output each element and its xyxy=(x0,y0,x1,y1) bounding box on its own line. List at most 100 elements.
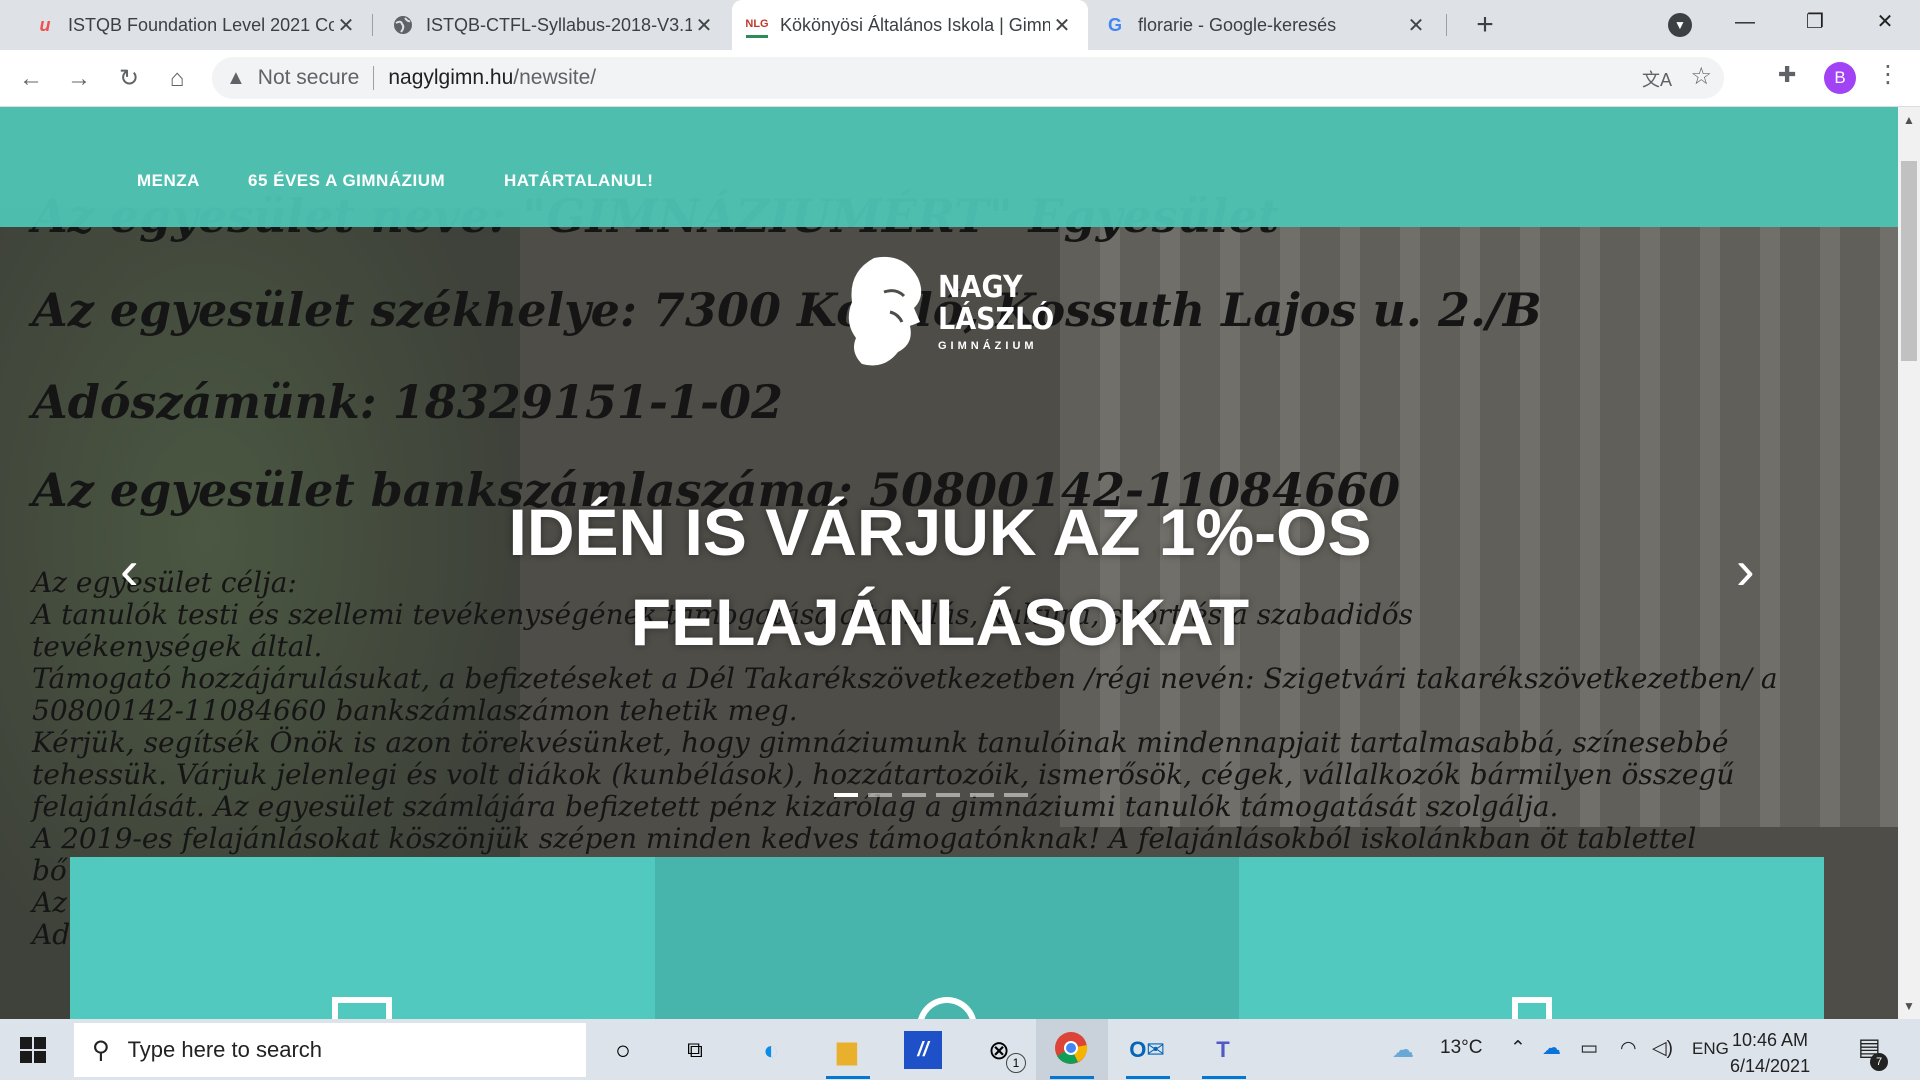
close-tab-icon[interactable]: ✕ xyxy=(334,13,358,38)
active-app-indicator xyxy=(826,1076,870,1079)
slider-dot[interactable] xyxy=(868,793,892,797)
school-roof-icon xyxy=(917,997,977,1019)
bg-text-line: Támogató hozzájárulásukat, a befizetések… xyxy=(32,662,1778,695)
clock-date: 6/14/2021 xyxy=(1730,1056,1811,1076)
active-app-indicator xyxy=(1126,1076,1170,1079)
close-tab-icon[interactable]: ✕ xyxy=(1050,13,1074,38)
slider-dot[interactable] xyxy=(1004,793,1028,797)
logo-line-3: GIMNÁZIUM xyxy=(938,340,1038,352)
feature-cards xyxy=(70,857,1825,1019)
tab-istqb-foundation[interactable]: u ISTQB Foundation Level 2021 Co ✕ xyxy=(20,0,372,50)
tab-title: ISTQB-CTFL-Syllabus-2018-V3.1- xyxy=(426,14,692,35)
nlg-favicon-icon: NLG xyxy=(745,13,769,38)
system-clock[interactable]: 10:46 AM 6/14/2021 xyxy=(1730,1027,1810,1079)
tab-istqb-syllabus[interactable]: ISTQB-CTFL-Syllabus-2018-V3.1- ✕ xyxy=(378,0,730,50)
taskbar-search-placeholder[interactable]: Type here to search xyxy=(128,1037,322,1063)
headline-line-1: IDÉN IS VÁRJUK AZ 1%-OS xyxy=(508,495,1372,569)
warning-triangle-icon[interactable]: ▲ xyxy=(226,67,246,90)
minimize-icon[interactable]: — xyxy=(1710,0,1780,44)
tab-google-florarie[interactable]: G florarie - Google-keresés ✕ xyxy=(1090,0,1442,50)
forward-arrow-icon[interactable]: → xyxy=(62,62,96,96)
url-path: /newsite/ xyxy=(513,66,597,89)
close-window-icon[interactable]: ✕ xyxy=(1850,0,1920,44)
restore-icon[interactable]: ❐ xyxy=(1780,0,1850,44)
close-tab-icon[interactable]: ✕ xyxy=(692,13,716,38)
nav-item-hatartalanul[interactable]: HATÁRTALANUL! xyxy=(504,171,653,191)
extensions-puzzle-icon[interactable]: ✚ xyxy=(1778,62,1796,88)
active-app-indicator xyxy=(1202,1076,1246,1079)
windows-start-icon[interactable] xyxy=(20,1037,46,1063)
slider-pagination xyxy=(834,793,1028,797)
tab-title: Kökönyösi Általános Iskola | Gimn xyxy=(780,14,1050,35)
feature-card[interactable] xyxy=(654,857,1240,1019)
search-icon: ⚲ xyxy=(92,1036,110,1064)
site-navbar: MENZA 65 ÉVES A GIMNÁZIUM HATÁRTALANUL! xyxy=(0,107,1898,227)
bg-text-line: felajánlását. Az egyesület számlájára be… xyxy=(32,790,1559,823)
translate-icon[interactable]: 文A xyxy=(1642,66,1672,92)
chrome-menu-icon[interactable]: ⋮ xyxy=(1876,60,1900,89)
slider-headline: IDÉN IS VÁRJUK AZ 1%-OS FELAJÁNLÁSOKAT xyxy=(330,487,1550,667)
profile-avatar[interactable]: B xyxy=(1824,62,1856,94)
bg-text-line: A 2019-es felajánlásokat köszönjük szépe… xyxy=(32,822,1697,855)
scroll-up-arrow-icon[interactable]: ▲ xyxy=(1898,113,1920,127)
slider-dot[interactable] xyxy=(834,793,858,797)
address-divider xyxy=(373,66,375,90)
slider-dot[interactable] xyxy=(970,793,994,797)
weather-temperature[interactable]: 13°C xyxy=(1440,1037,1482,1059)
xbox-badge: 1 xyxy=(1006,1053,1026,1073)
slider-dot[interactable] xyxy=(936,793,960,797)
outlook-icon[interactable]: O✉ xyxy=(1128,1031,1166,1069)
nav-item-65-eves[interactable]: 65 ÉVES A GIMNÁZIUM xyxy=(248,171,445,191)
document-icon xyxy=(1511,997,1552,1019)
close-tab-icon[interactable]: ✕ xyxy=(1404,13,1428,38)
monitor-icon xyxy=(332,997,393,1019)
bg-text-line: Az xyxy=(32,886,67,919)
back-arrow-icon[interactable]: ← xyxy=(14,62,48,96)
tab-divider xyxy=(1446,14,1447,36)
taskbar-search-box[interactable]: ⚲ Type here to search xyxy=(74,1023,586,1077)
weather-cloud-icon[interactable]: ☁ xyxy=(1392,1037,1414,1063)
globe-icon xyxy=(392,14,414,36)
feature-card[interactable] xyxy=(1239,857,1825,1019)
bg-text-line: Az egyesület célja: xyxy=(32,566,297,599)
active-app-indicator xyxy=(1050,1076,1094,1079)
url-host: nagylgimn.hu xyxy=(388,66,514,89)
bg-text-line: Ad xyxy=(32,918,71,951)
scroll-down-arrow-icon[interactable]: ▼ xyxy=(1898,999,1920,1013)
page-scrollbar[interactable]: ▲ ▼ xyxy=(1898,107,1920,1019)
tab-kokonyosi-active[interactable]: NLG Kökönyösi Általános Iskola | Gimn ✕ xyxy=(732,0,1088,50)
battery-icon[interactable]: ▭ xyxy=(1580,1037,1598,1060)
slider-next-chevron-icon[interactable]: › xyxy=(1736,537,1755,602)
home-icon[interactable]: ⌂ xyxy=(160,62,194,96)
bg-text-line: tevékenységek által. xyxy=(32,630,323,663)
slider-prev-chevron-icon[interactable]: ‹ xyxy=(120,537,139,602)
show-hidden-icons-chevron-icon[interactable]: ⌃ xyxy=(1510,1037,1526,1060)
security-label[interactable]: Not secure xyxy=(258,66,360,90)
wifi-icon[interactable]: ◠ xyxy=(1620,1037,1637,1060)
scrollbar-thumb[interactable] xyxy=(1901,161,1917,361)
input-language[interactable]: ENG xyxy=(1692,1039,1729,1059)
teams-icon[interactable]: T xyxy=(1204,1031,1242,1069)
cortana-circle-icon[interactable]: ○ xyxy=(604,1031,642,1069)
bg-text-line: bő xyxy=(32,854,67,887)
tab-divider xyxy=(372,14,373,36)
task-view-icon[interactable]: ⧉ xyxy=(676,1031,714,1069)
address-bar[interactable]: ▲ Not secure nagylgimn.hu/newsite/ 文A ☆ xyxy=(212,57,1724,99)
volume-speaker-icon[interactable]: ◁) xyxy=(1652,1037,1673,1060)
slider-dot[interactable] xyxy=(902,793,926,797)
chrome-icon[interactable] xyxy=(1052,1031,1090,1069)
google-favicon-icon: G xyxy=(1107,14,1122,35)
tab-search-chevron-icon[interactable]: ▼ xyxy=(1668,13,1692,37)
onedrive-cloud-icon[interactable]: ☁ xyxy=(1542,1037,1561,1060)
headline-line-2: FELAJÁNLÁSOKAT xyxy=(630,585,1250,659)
udemy-favicon-icon: u xyxy=(39,14,51,35)
new-tab-plus-icon[interactable]: + xyxy=(1468,8,1502,42)
file-explorer-folder-icon[interactable]: ▆ xyxy=(828,1031,866,1069)
edge-browser-icon[interactable]: ◐ xyxy=(752,1031,790,1069)
school-logo[interactable]: NAGY LÁSZLÓ GIMNÁZIUM xyxy=(840,252,1054,382)
azure-data-studio-icon[interactable]: // xyxy=(904,1031,942,1069)
bookmark-star-icon[interactable]: ☆ xyxy=(1690,62,1712,91)
nav-item-menza[interactable]: MENZA xyxy=(137,171,200,191)
feature-card[interactable] xyxy=(70,857,655,1019)
reload-icon[interactable]: ↻ xyxy=(112,62,146,96)
